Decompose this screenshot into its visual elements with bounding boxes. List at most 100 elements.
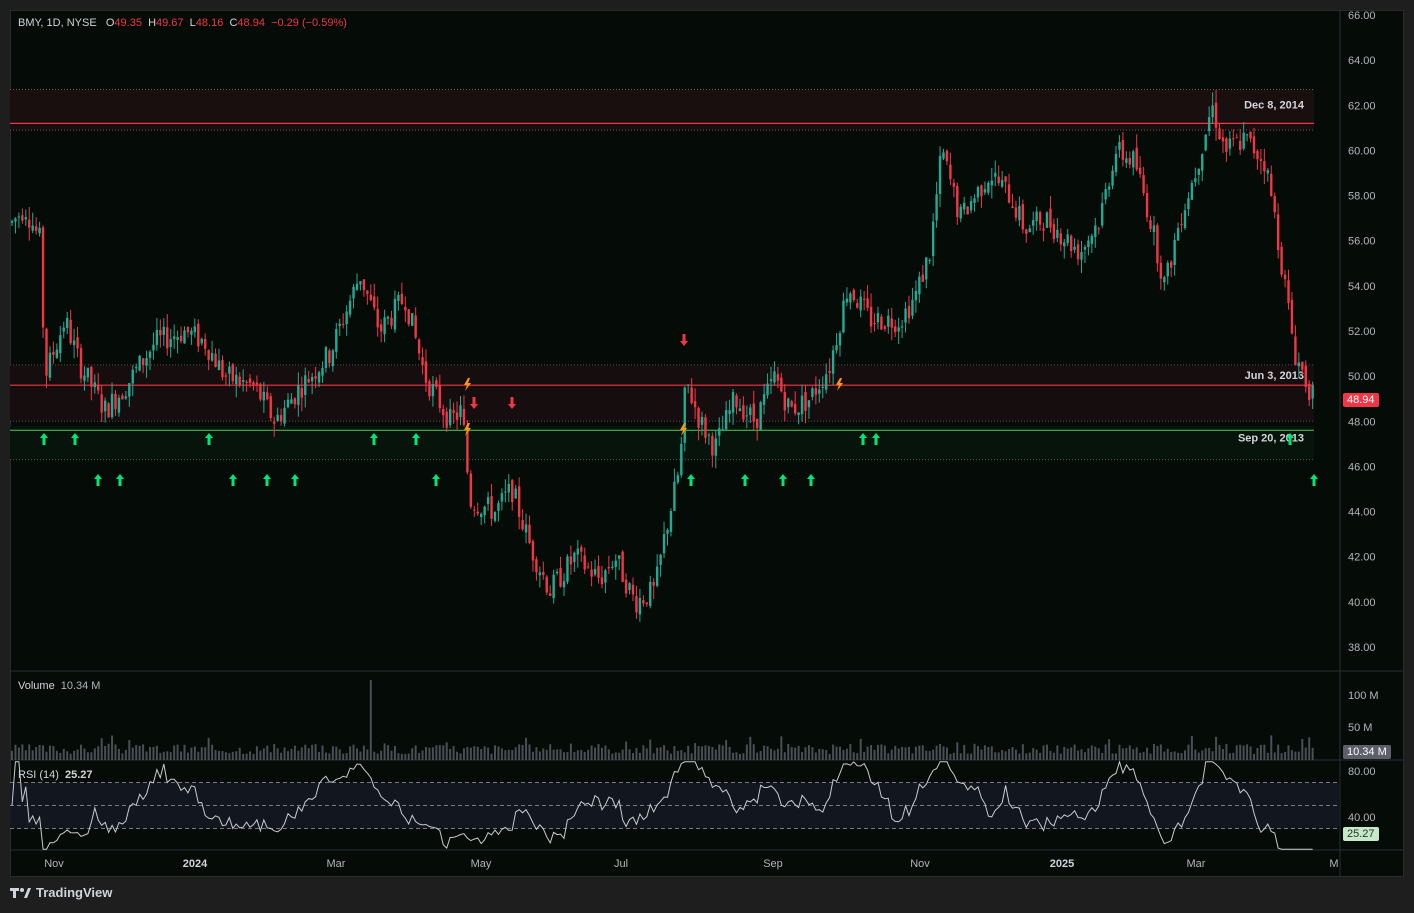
volume-bar xyxy=(1170,752,1173,760)
volume-bar xyxy=(997,752,1000,760)
volume-bar xyxy=(128,740,131,760)
volume-bar xyxy=(69,753,72,760)
candle-body xyxy=(766,383,769,396)
candle-body xyxy=(569,556,573,565)
volume-bar xyxy=(497,746,500,760)
volume-bar xyxy=(407,753,410,760)
candle-body xyxy=(973,198,976,203)
volume-bar xyxy=(1146,747,1149,760)
volume-bar xyxy=(135,745,138,760)
candle-body xyxy=(559,567,562,587)
volume-bar xyxy=(55,750,58,760)
candle-body xyxy=(538,572,542,576)
candle-body xyxy=(790,401,793,407)
tradingview-brand[interactable]: TradingView xyxy=(10,885,112,900)
volume-bar xyxy=(538,751,541,760)
volume-bar xyxy=(683,752,686,760)
volume-bar xyxy=(549,744,552,760)
volume-bar xyxy=(635,748,638,760)
volume-bar xyxy=(1056,745,1059,760)
volume-bar xyxy=(787,743,790,760)
candle-body xyxy=(997,176,1000,184)
volume-bar xyxy=(35,747,38,760)
volume-pane-title[interactable]: Volume 10.34 M xyxy=(18,680,100,692)
volume-bar xyxy=(959,753,962,760)
volume-bar xyxy=(1177,752,1180,760)
candle-body xyxy=(10,221,14,223)
candle-body xyxy=(379,324,383,332)
volume-bar xyxy=(742,753,745,760)
rsi-pane-title[interactable]: RSI (14) 25.27 xyxy=(18,769,93,781)
candle-body xyxy=(642,600,645,604)
volume-bar xyxy=(228,753,231,760)
candle-body xyxy=(1032,220,1035,226)
volume-bar xyxy=(1139,752,1142,760)
volume-bar xyxy=(1011,747,1014,760)
volume-bar xyxy=(1239,744,1242,760)
candle-body xyxy=(500,493,504,502)
candle-body xyxy=(914,290,918,301)
volume-bar xyxy=(283,747,286,760)
candle-body xyxy=(90,367,93,387)
candle-body xyxy=(814,388,818,395)
candle-body xyxy=(1263,161,1266,172)
candle-body xyxy=(431,383,435,397)
volume-bar xyxy=(676,750,679,760)
candle-body xyxy=(956,186,959,218)
volume-bar xyxy=(1108,739,1111,760)
volume-bar xyxy=(449,748,452,760)
volume-bar xyxy=(190,747,193,760)
volume-bar xyxy=(504,750,507,760)
candle-body xyxy=(72,340,76,346)
candle-body xyxy=(652,582,655,586)
volume-bar xyxy=(107,743,110,760)
candle-body xyxy=(1059,233,1062,245)
volume-bar xyxy=(1149,753,1152,760)
volume-bar xyxy=(611,753,614,760)
candle-body xyxy=(1225,138,1228,152)
volume-bar xyxy=(276,748,279,760)
candle-body xyxy=(1042,228,1045,231)
candle-body xyxy=(162,326,165,335)
candle-body xyxy=(1187,198,1190,210)
candle-body xyxy=(859,296,862,311)
volume-bar xyxy=(1211,751,1214,760)
volume-bar xyxy=(1049,750,1052,760)
candle-body xyxy=(783,391,786,411)
volume-bar xyxy=(45,751,48,760)
candle-body xyxy=(179,335,183,342)
volume-bar xyxy=(1125,748,1128,760)
volume-bar xyxy=(849,744,852,760)
candle-body xyxy=(983,189,987,193)
candle-body xyxy=(818,389,821,394)
candle-body xyxy=(59,335,62,354)
time-axis-label: Nov xyxy=(44,858,64,870)
volume-bar xyxy=(852,752,855,760)
candle-body xyxy=(183,330,186,344)
candle-body xyxy=(493,511,497,521)
volume-bar xyxy=(873,749,876,760)
time-axis-label: Nov xyxy=(910,858,930,870)
rsi-value: 25.27 xyxy=(64,769,93,781)
price-chart[interactable]: Dec 8, 2014 Jun 3, 2013 Sep 20, 2013 66.00 6… xyxy=(0,0,1414,913)
candle-body xyxy=(38,227,41,234)
candle-body xyxy=(41,227,45,328)
symbol-label[interactable]: BMY, 1D, NYSE xyxy=(18,17,97,29)
volume-bar xyxy=(393,745,396,760)
candle-body xyxy=(966,206,969,215)
candle-body xyxy=(117,397,121,413)
candle-body xyxy=(673,481,676,511)
candle-body xyxy=(1028,228,1031,233)
time-axis-label: Mar xyxy=(327,858,346,870)
candle-body xyxy=(994,172,997,177)
volume-bar xyxy=(1135,747,1138,760)
volume-bar xyxy=(949,753,952,760)
candle-body xyxy=(1125,158,1128,163)
volume-bar xyxy=(62,748,65,760)
volume-bar xyxy=(563,752,565,760)
volume-bar xyxy=(528,744,531,760)
candle-body xyxy=(66,317,69,329)
volume-bar xyxy=(818,748,821,760)
candle-body xyxy=(649,581,652,606)
candle-body xyxy=(931,221,935,257)
